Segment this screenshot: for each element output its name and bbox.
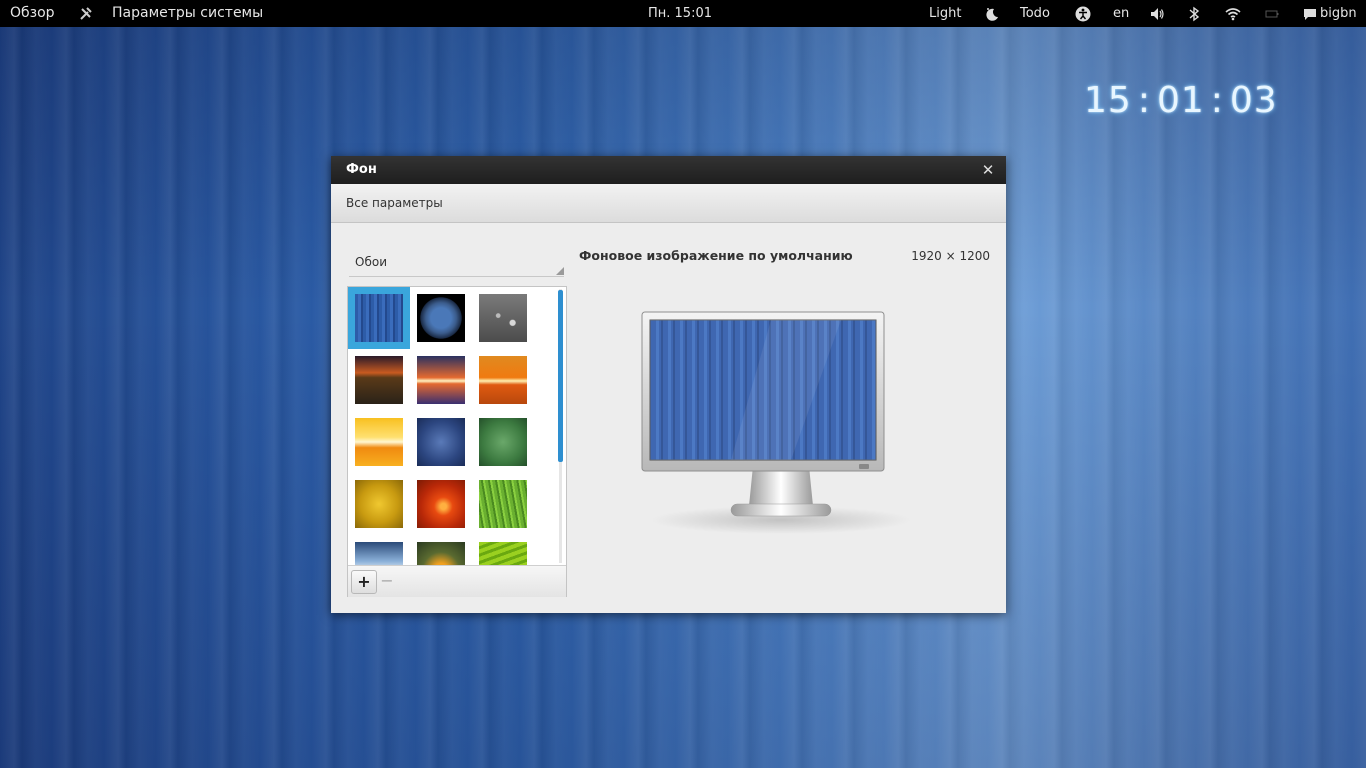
keyboard-layout-indicator[interactable]: en bbox=[1113, 0, 1129, 27]
wallpaper-source-select[interactable]: Обои bbox=[349, 248, 564, 277]
wallpaper-thumb-light-flare-orange[interactable] bbox=[479, 356, 527, 404]
clock-minutes: 01 bbox=[1156, 80, 1205, 121]
background-name: Фоновое изображение по умолчанию bbox=[579, 248, 853, 263]
activities-button[interactable]: Обзор bbox=[10, 0, 55, 27]
panel-clock[interactable]: Пн. 15:01 bbox=[648, 0, 712, 27]
wallpaper-thumb-orange-flower[interactable] bbox=[417, 480, 465, 528]
wallpaper-thumb-green-grass[interactable] bbox=[479, 480, 527, 528]
accessibility-icon[interactable] bbox=[1075, 0, 1091, 27]
wallpaper-thumb-sky[interactable] bbox=[355, 542, 403, 565]
light-indicator[interactable]: Light bbox=[929, 0, 961, 27]
wallpaper-thumb-yellow-flare[interactable] bbox=[355, 418, 403, 466]
dropdown-arrow-icon bbox=[556, 267, 564, 275]
wallpaper-thumb-blue-stripes[interactable] bbox=[348, 287, 410, 349]
wallpaper-thumb-flower-2[interactable] bbox=[417, 542, 465, 565]
wallpaper-thumb-earth[interactable] bbox=[417, 294, 465, 342]
wallpaper-scrollbar[interactable] bbox=[558, 290, 563, 462]
add-wallpaper-button[interactable]: + bbox=[351, 570, 377, 594]
clock-hours: 15 bbox=[1084, 80, 1132, 121]
wallpaper-grid[interactable] bbox=[348, 287, 566, 565]
wallpaper-thumb-light-flare-purple[interactable] bbox=[417, 356, 465, 404]
volume-icon[interactable] bbox=[1149, 0, 1165, 27]
battery-icon[interactable] bbox=[1265, 0, 1279, 27]
window-titlebar[interactable]: Фон ✕ bbox=[331, 156, 1006, 184]
all-settings-button[interactable]: Все параметры bbox=[346, 184, 443, 222]
clock-seconds: 03 bbox=[1229, 80, 1278, 121]
chat-status-icon[interactable] bbox=[1303, 0, 1317, 27]
user-menu[interactable]: bigbn bbox=[1320, 0, 1357, 27]
wallpaper-thumb-green-radial[interactable] bbox=[479, 418, 527, 466]
window-title: Фон bbox=[346, 162, 377, 177]
wallpaper-thumb-droplets[interactable] bbox=[479, 294, 527, 342]
wallpaper-thumb-dusk-road[interactable] bbox=[355, 356, 403, 404]
monitor-preview bbox=[641, 306, 921, 546]
clock-separator: : bbox=[1210, 80, 1224, 121]
remove-wallpaper-button[interactable]: − bbox=[375, 570, 399, 592]
wifi-icon[interactable] bbox=[1225, 0, 1241, 27]
wallpaper-thumb-blue-radial[interactable] bbox=[417, 418, 465, 466]
background-resolution: 1920 × 1200 bbox=[911, 249, 990, 263]
window-toolbar: Все параметры bbox=[331, 184, 1006, 223]
settings-app-icon[interactable] bbox=[79, 0, 93, 27]
todo-indicator[interactable]: Todo bbox=[1020, 0, 1050, 27]
bluetooth-icon[interactable] bbox=[1188, 0, 1200, 27]
night-mode-icon[interactable] bbox=[984, 0, 1000, 27]
wallpaper-list-toolbar: + − bbox=[348, 565, 566, 597]
close-icon[interactable]: ✕ bbox=[978, 160, 998, 180]
wallpaper-grid-panel: + − bbox=[347, 286, 567, 597]
app-menu[interactable]: Параметры системы bbox=[112, 0, 263, 27]
background-settings-window: Фон ✕ Все параметры Обои + − Фоновое изо… bbox=[331, 156, 1006, 613]
wallpaper-source-value: Обои bbox=[355, 255, 387, 269]
clock-separator: : bbox=[1137, 80, 1151, 121]
wallpaper-thumb-yellow-radial[interactable] bbox=[355, 480, 403, 528]
wallpaper-thumb-green-leaf[interactable] bbox=[479, 542, 527, 565]
top-panel: Обзор Параметры системы Пн. 15:01 Light … bbox=[0, 0, 1366, 27]
desktop-clock: 15:01:03 bbox=[1084, 80, 1278, 121]
